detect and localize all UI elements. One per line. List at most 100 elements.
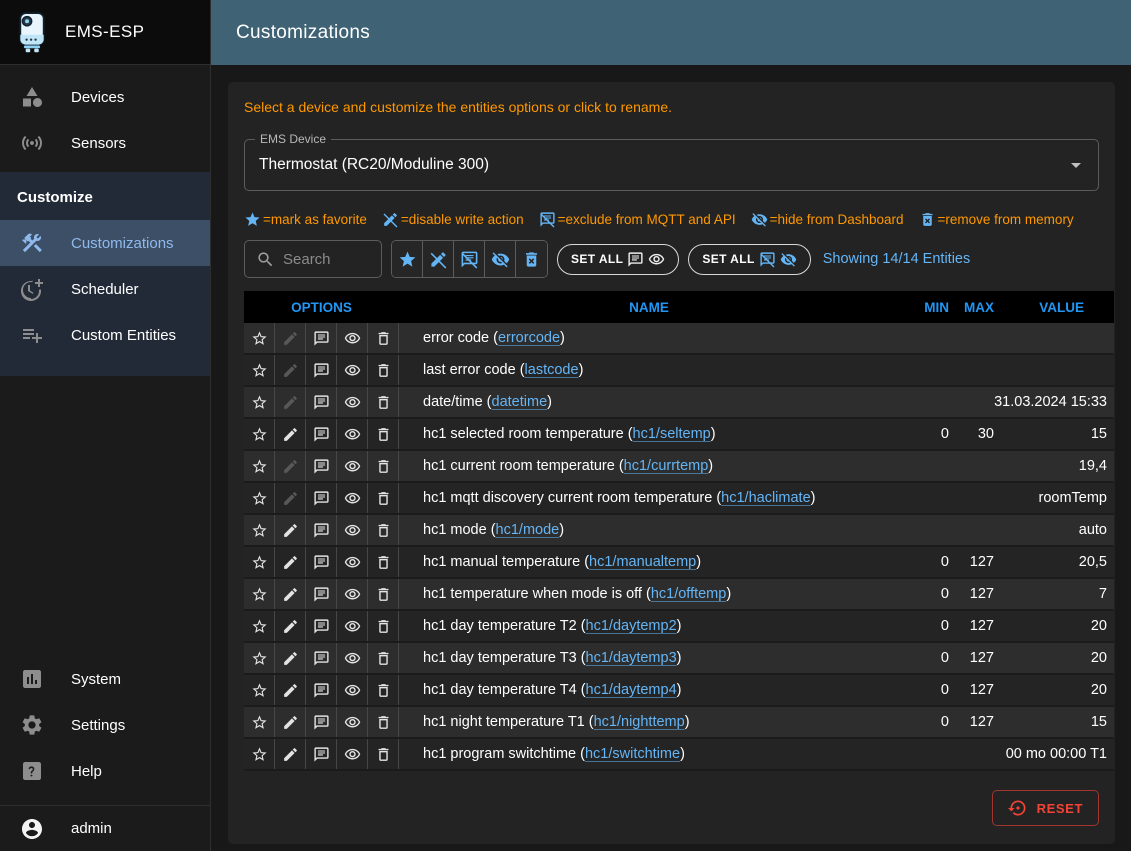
- entity-name-cell[interactable]: hc1 mqtt discovery current room temperat…: [399, 483, 899, 513]
- filter-hide-dashboard-button[interactable]: [485, 241, 516, 277]
- edit-icon[interactable]: [275, 419, 306, 449]
- filter-exclude-mqtt-button[interactable]: [454, 241, 485, 277]
- table-row[interactable]: hc1 day temperature T2 (hc1/daytemp2) 0 …: [244, 611, 1114, 643]
- favorite-star-icon[interactable]: [244, 323, 275, 353]
- entity-name-cell[interactable]: hc1 current room temperature (hc1/currte…: [399, 451, 899, 481]
- edit-icon[interactable]: [275, 355, 306, 385]
- filter-favorite-button[interactable]: [392, 241, 423, 277]
- entity-shortname-link[interactable]: errorcode: [498, 330, 560, 346]
- eye-icon[interactable]: [337, 419, 368, 449]
- delete-icon[interactable]: [368, 579, 399, 609]
- mqtt-icon[interactable]: [306, 387, 337, 417]
- edit-icon[interactable]: [275, 675, 306, 705]
- delete-icon[interactable]: [368, 355, 399, 385]
- delete-icon[interactable]: [368, 643, 399, 673]
- sidebar-item-devices[interactable]: Devices: [0, 74, 210, 120]
- table-row[interactable]: hc1 manual temperature (hc1/manualtemp) …: [244, 547, 1114, 579]
- table-row[interactable]: hc1 program switchtime (hc1/switchtime) …: [244, 739, 1114, 771]
- sidebar-item-user[interactable]: admin: [0, 806, 210, 851]
- entity-name-cell[interactable]: hc1 selected room temperature (hc1/selte…: [399, 419, 899, 449]
- delete-icon[interactable]: [368, 483, 399, 513]
- eye-icon[interactable]: [337, 611, 368, 641]
- favorite-star-icon[interactable]: [244, 611, 275, 641]
- delete-icon[interactable]: [368, 675, 399, 705]
- mqtt-icon[interactable]: [306, 451, 337, 481]
- favorite-star-icon[interactable]: [244, 675, 275, 705]
- entity-shortname-link[interactable]: hc1/haclimate: [721, 490, 810, 506]
- entity-name-cell[interactable]: hc1 night temperature T1 (hc1/nighttemp): [399, 707, 899, 737]
- entity-name-cell[interactable]: hc1 temperature when mode is off (hc1/of…: [399, 579, 899, 609]
- mqtt-icon[interactable]: [306, 675, 337, 705]
- delete-icon[interactable]: [368, 387, 399, 417]
- entity-name-cell[interactable]: hc1 mode (hc1/mode): [399, 515, 899, 545]
- table-row[interactable]: hc1 current room temperature (hc1/currte…: [244, 451, 1114, 483]
- favorite-star-icon[interactable]: [244, 419, 275, 449]
- table-row[interactable]: hc1 day temperature T3 (hc1/daytemp3) 0 …: [244, 643, 1114, 675]
- mqtt-icon[interactable]: [306, 515, 337, 545]
- entity-shortname-link[interactable]: lastcode: [525, 362, 579, 378]
- delete-icon[interactable]: [368, 611, 399, 641]
- favorite-star-icon[interactable]: [244, 483, 275, 513]
- reset-button[interactable]: RESET: [992, 790, 1099, 826]
- search-input[interactable]: [283, 251, 368, 268]
- favorite-star-icon[interactable]: [244, 515, 275, 545]
- entity-name-cell[interactable]: date/time (datetime): [399, 387, 899, 417]
- delete-icon[interactable]: [368, 547, 399, 577]
- mqtt-icon[interactable]: [306, 707, 337, 737]
- set-all-show-button[interactable]: SET ALL: [557, 244, 679, 275]
- entity-name-cell[interactable]: last error code (lastcode): [399, 355, 899, 385]
- edit-icon[interactable]: [275, 707, 306, 737]
- sidebar-item-customizations[interactable]: Customizations: [0, 220, 210, 266]
- delete-icon[interactable]: [368, 739, 399, 769]
- favorite-star-icon[interactable]: [244, 707, 275, 737]
- set-all-hide-button[interactable]: SET ALL: [688, 244, 810, 275]
- mqtt-icon[interactable]: [306, 579, 337, 609]
- entity-shortname-link[interactable]: hc1/daytemp4: [586, 682, 677, 698]
- entity-shortname-link[interactable]: hc1/mode: [496, 522, 560, 538]
- entity-name-cell[interactable]: error code (errorcode): [399, 323, 899, 353]
- entity-shortname-link[interactable]: hc1/nighttemp: [594, 714, 685, 730]
- sidebar-item-custom-entities[interactable]: Custom Entities: [0, 312, 210, 358]
- edit-icon[interactable]: [275, 739, 306, 769]
- eye-icon[interactable]: [337, 515, 368, 545]
- eye-icon[interactable]: [337, 387, 368, 417]
- entity-name-cell[interactable]: hc1 manual temperature (hc1/manualtemp): [399, 547, 899, 577]
- entity-name-cell[interactable]: hc1 program switchtime (hc1/switchtime): [399, 739, 899, 769]
- table-row[interactable]: hc1 night temperature T1 (hc1/nighttemp)…: [244, 707, 1114, 739]
- favorite-star-icon[interactable]: [244, 643, 275, 673]
- table-row[interactable]: error code (errorcode): [244, 323, 1114, 355]
- entity-shortname-link[interactable]: hc1/daytemp2: [586, 618, 677, 634]
- entity-shortname-link[interactable]: datetime: [492, 394, 548, 410]
- edit-icon[interactable]: [275, 323, 306, 353]
- favorite-star-icon[interactable]: [244, 451, 275, 481]
- favorite-star-icon[interactable]: [244, 579, 275, 609]
- favorite-star-icon[interactable]: [244, 547, 275, 577]
- entity-shortname-link[interactable]: hc1/seltemp: [633, 426, 711, 442]
- favorite-star-icon[interactable]: [244, 739, 275, 769]
- edit-icon[interactable]: [275, 515, 306, 545]
- eye-icon[interactable]: [337, 579, 368, 609]
- mqtt-icon[interactable]: [306, 611, 337, 641]
- mqtt-icon[interactable]: [306, 355, 337, 385]
- sidebar-item-sensors[interactable]: Sensors: [0, 120, 210, 166]
- eye-icon[interactable]: [337, 451, 368, 481]
- favorite-star-icon[interactable]: [244, 355, 275, 385]
- table-row[interactable]: hc1 selected room temperature (hc1/selte…: [244, 419, 1114, 451]
- entity-shortname-link[interactable]: hc1/currtemp: [624, 458, 709, 474]
- delete-icon[interactable]: [368, 451, 399, 481]
- mqtt-icon[interactable]: [306, 739, 337, 769]
- delete-icon[interactable]: [368, 515, 399, 545]
- entity-shortname-link[interactable]: hc1/daytemp3: [586, 650, 677, 666]
- entity-name-cell[interactable]: hc1 day temperature T2 (hc1/daytemp2): [399, 611, 899, 641]
- entity-name-cell[interactable]: hc1 day temperature T3 (hc1/daytemp3): [399, 643, 899, 673]
- sidebar-item-system[interactable]: System: [0, 656, 210, 702]
- sidebar-item-help[interactable]: Help: [0, 748, 210, 794]
- filter-remove-memory-button[interactable]: [516, 241, 547, 277]
- mqtt-icon[interactable]: [306, 323, 337, 353]
- edit-icon[interactable]: [275, 387, 306, 417]
- eye-icon[interactable]: [337, 483, 368, 513]
- table-row[interactable]: date/time (datetime) 31.03.2024 15:33: [244, 387, 1114, 419]
- eye-icon[interactable]: [337, 323, 368, 353]
- eye-icon[interactable]: [337, 707, 368, 737]
- mqtt-icon[interactable]: [306, 483, 337, 513]
